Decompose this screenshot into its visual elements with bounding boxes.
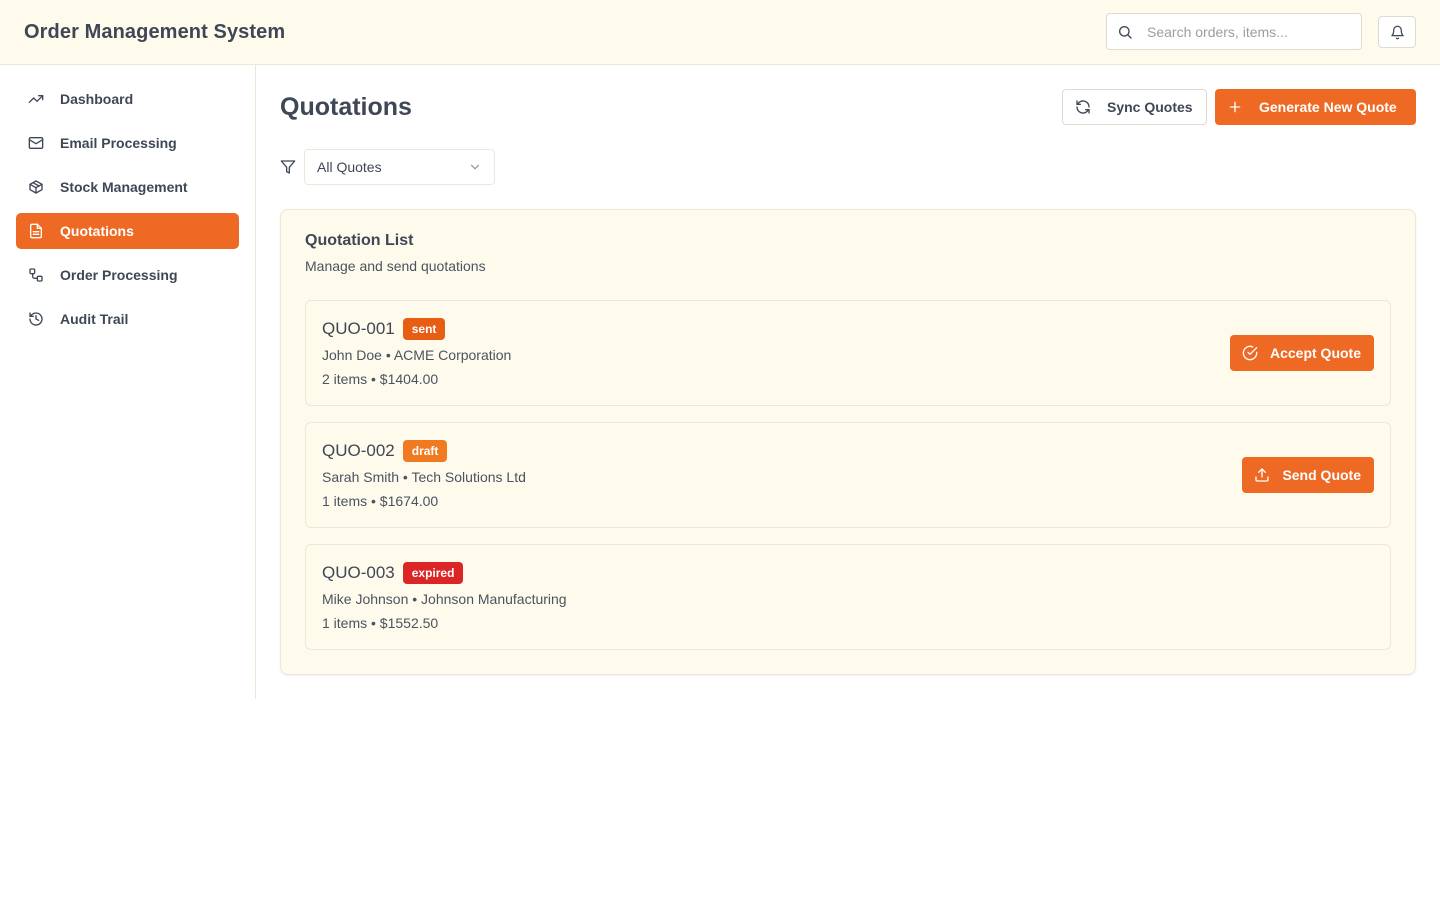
- accept-quote-button[interactable]: Accept Quote: [1229, 335, 1374, 371]
- send-quote-button[interactable]: Send Quote: [1242, 457, 1374, 493]
- quote-row: QUO-002 draft Sarah Smith • Tech Solutio…: [305, 422, 1391, 528]
- search-icon: [1119, 25, 1132, 39]
- sidebar-item-label: Email Processing: [60, 135, 177, 151]
- bell-icon: [1390, 25, 1404, 39]
- package-icon: [28, 179, 44, 195]
- card-subtitle: Manage and send quotations: [305, 258, 486, 274]
- quote-summary: 2 items • $1404.00: [322, 371, 439, 387]
- sidebar-item-audit-trail[interactable]: Audit Trail: [16, 301, 239, 337]
- quote-customer: John Doe • ACME Corporation: [322, 347, 512, 363]
- send-quote-label: Send Quote: [1282, 467, 1361, 483]
- filter-row: All Quotes: [280, 149, 495, 185]
- mail-icon: [28, 135, 44, 151]
- generate-new-quote-button[interactable]: Generate New Quote: [1215, 89, 1416, 125]
- card-title: Quotation List: [305, 232, 414, 249]
- accept-quote-label: Accept Quote: [1269, 345, 1361, 361]
- search-box[interactable]: [1106, 13, 1362, 50]
- sidebar-item-dashboard[interactable]: Dashboard: [16, 81, 239, 117]
- sync-quotes-button[interactable]: Sync Quotes: [1062, 89, 1207, 125]
- history-icon: [28, 311, 44, 327]
- status-filter-value: All Quotes: [317, 159, 382, 175]
- quote-summary: 1 items • $1552.50: [322, 615, 439, 631]
- notifications-button[interactable]: [1378, 16, 1416, 48]
- sidebar-item-quotations[interactable]: Quotations: [16, 213, 239, 249]
- sidebar-item-email-processing[interactable]: Email Processing: [16, 125, 239, 161]
- quote-id: QUO-002: [322, 441, 395, 460]
- sidebar-item-stock-management[interactable]: Stock Management: [16, 169, 239, 205]
- sidebar-item-label: Order Processing: [60, 267, 178, 283]
- plus-icon: [1229, 101, 1241, 113]
- quote-id: QUO-001: [322, 319, 395, 338]
- status-badge: draft: [402, 440, 448, 462]
- quote-id: QUO-003: [322, 563, 395, 582]
- refresh-icon: [1076, 100, 1090, 114]
- quote-customer: Sarah Smith • Tech Solutions Ltd: [322, 469, 526, 485]
- sidebar: Dashboard Email Processing Stock Managem…: [0, 65, 256, 699]
- sync-quotes-label: Sync Quotes: [1107, 99, 1193, 115]
- status-filter-select[interactable]: All Quotes: [304, 149, 495, 185]
- quote-summary: 1 items • $1674.00: [322, 493, 439, 509]
- status-badge: sent: [402, 318, 446, 340]
- generate-new-quote-label: Generate New Quote: [1259, 99, 1397, 115]
- quote-customer: Mike Johnson • Johnson Manufacturing: [322, 591, 567, 607]
- check-circle-icon: [1242, 345, 1258, 361]
- file-text-icon: [28, 223, 44, 239]
- upload-icon: [1255, 468, 1270, 482]
- sidebar-item-label: Dashboard: [60, 91, 134, 107]
- app-title: Order Management System: [24, 20, 286, 43]
- top-header: Order Management System: [0, 0, 1440, 65]
- sidebar-item-label: Audit Trail: [60, 311, 129, 327]
- status-badge: expired: [402, 562, 464, 584]
- trending-up-icon: [28, 91, 44, 107]
- workflow-icon: [28, 267, 44, 283]
- sidebar-item-order-processing[interactable]: Order Processing: [16, 257, 239, 293]
- sidebar-item-label: Stock Management: [60, 179, 188, 195]
- sidebar-item-label: Quotations: [60, 223, 134, 239]
- quote-row: QUO-003 expired Mike Johnson • Johnson M…: [305, 544, 1391, 650]
- search-input[interactable]: [1147, 23, 1347, 40]
- filter-icon: [280, 160, 296, 174]
- quotation-list-card: Quotation List Manage and send quotation…: [280, 209, 1416, 675]
- quote-row: QUO-001 sent John Doe • ACME Corporation…: [305, 300, 1391, 406]
- chevron-down-icon: [470, 164, 480, 170]
- page-title: Quotations: [280, 93, 412, 121]
